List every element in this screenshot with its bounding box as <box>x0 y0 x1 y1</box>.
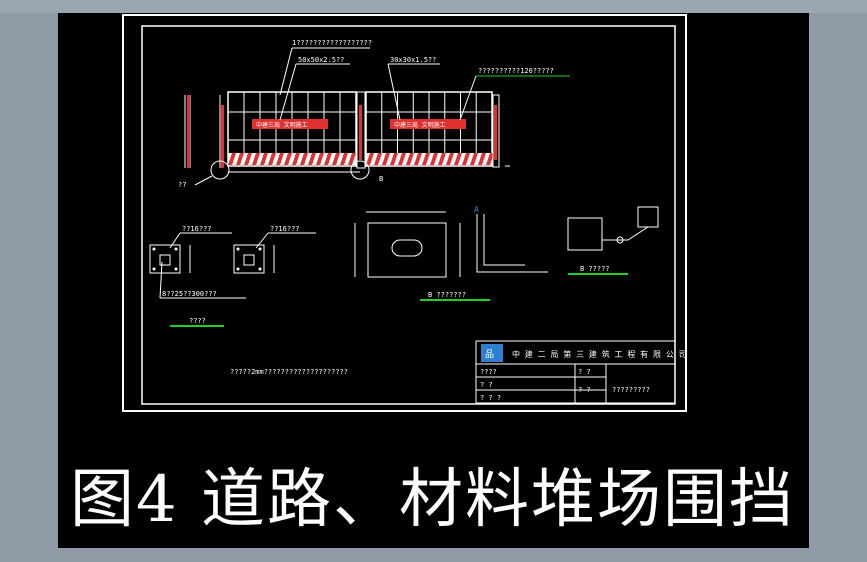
company-logo-glyph: 品 <box>485 349 494 360</box>
screenshot-stage: 中建三局 文明施工 中建三局 文明施工 ?? B 1??????????????… <box>0 0 867 562</box>
title-row2-right: ????????? <box>612 386 650 394</box>
detail-b-connector <box>602 226 649 241</box>
title-row2-left: ? ? <box>480 381 493 389</box>
bolt-hole <box>258 247 262 251</box>
bolt-hole <box>174 247 178 251</box>
left-post-red <box>187 95 190 168</box>
detail-b: B ????? <box>567 206 659 275</box>
title-block: 品 中 建 二 局 第 三 建 筑 工 程 有 限 公 司 ???? ? ? ?… <box>475 340 687 404</box>
bolt-hole <box>258 267 262 271</box>
panel-1-sign-text: 中建三局 文明施工 <box>256 121 308 129</box>
base-plate-details: ??16??? ??16??? 8??25??300??? ???? <box>149 225 316 327</box>
company-name: 中 建 二 局 第 三 建 筑 工 程 有 限 公 司 <box>512 349 687 359</box>
panel-2-sign-text: 中建三局 文明施工 <box>394 121 446 129</box>
bolt-hole <box>174 267 178 271</box>
top-note: 1?????????????????? <box>292 39 372 47</box>
leader-line <box>279 47 293 96</box>
leader-line <box>194 175 213 186</box>
detail-plate-slot <box>391 239 423 257</box>
detail-b-small-box <box>637 206 659 228</box>
title-row2-mid: ? ? <box>578 386 591 394</box>
right-post-red <box>494 105 497 160</box>
title-row1-left: ???? <box>480 368 497 376</box>
detail-a-title: B ??????? <box>428 291 466 299</box>
plate-a-label: ??16??? <box>182 225 212 233</box>
detail-a-marker: A <box>474 205 479 214</box>
bolt-hole <box>152 247 156 251</box>
bolt-hole <box>236 247 240 251</box>
bolt-hole <box>152 267 156 271</box>
post-red <box>221 105 224 168</box>
panel-note: ??????????120????? <box>478 67 554 75</box>
detail-b-title: B ????? <box>580 265 610 273</box>
detail-plate: A B ??????? <box>354 205 548 301</box>
figure-caption: 图4 道路、材料堆场围挡 <box>70 463 796 537</box>
leader-line <box>169 232 181 249</box>
leader-line <box>459 75 477 121</box>
inner-sheet-frame <box>141 25 676 405</box>
bottom-dim-marker: B <box>379 175 383 183</box>
title-row3-left: ? ? ? <box>480 394 501 402</box>
detail-plate-outline <box>367 222 447 278</box>
plate-dim-label: 8??25??300??? <box>162 290 217 298</box>
base-plate-b-post <box>243 254 255 266</box>
plate-title: ???? <box>189 317 206 325</box>
middle-post-red <box>359 105 362 160</box>
leader-line <box>255 232 269 249</box>
plate-b-label: ??16??? <box>270 225 300 233</box>
tube-a-label: 50x50x2.5?? <box>298 56 344 64</box>
title-row1-mid: ? ? <box>578 368 591 376</box>
fence-elevation: 中建三局 文明施工 中建三局 文明施工 ?? B 1??????????????… <box>178 39 570 189</box>
left-dim-label: ?? <box>178 181 186 189</box>
angle-profile <box>483 214 525 266</box>
footnote: ?????2mm???????????????????? <box>230 368 348 376</box>
detail-b-box <box>567 217 603 251</box>
bolt-hole <box>236 267 240 271</box>
tube-b-label: 30x30x1.5?? <box>390 56 436 64</box>
detail-callout-circle <box>350 160 370 180</box>
